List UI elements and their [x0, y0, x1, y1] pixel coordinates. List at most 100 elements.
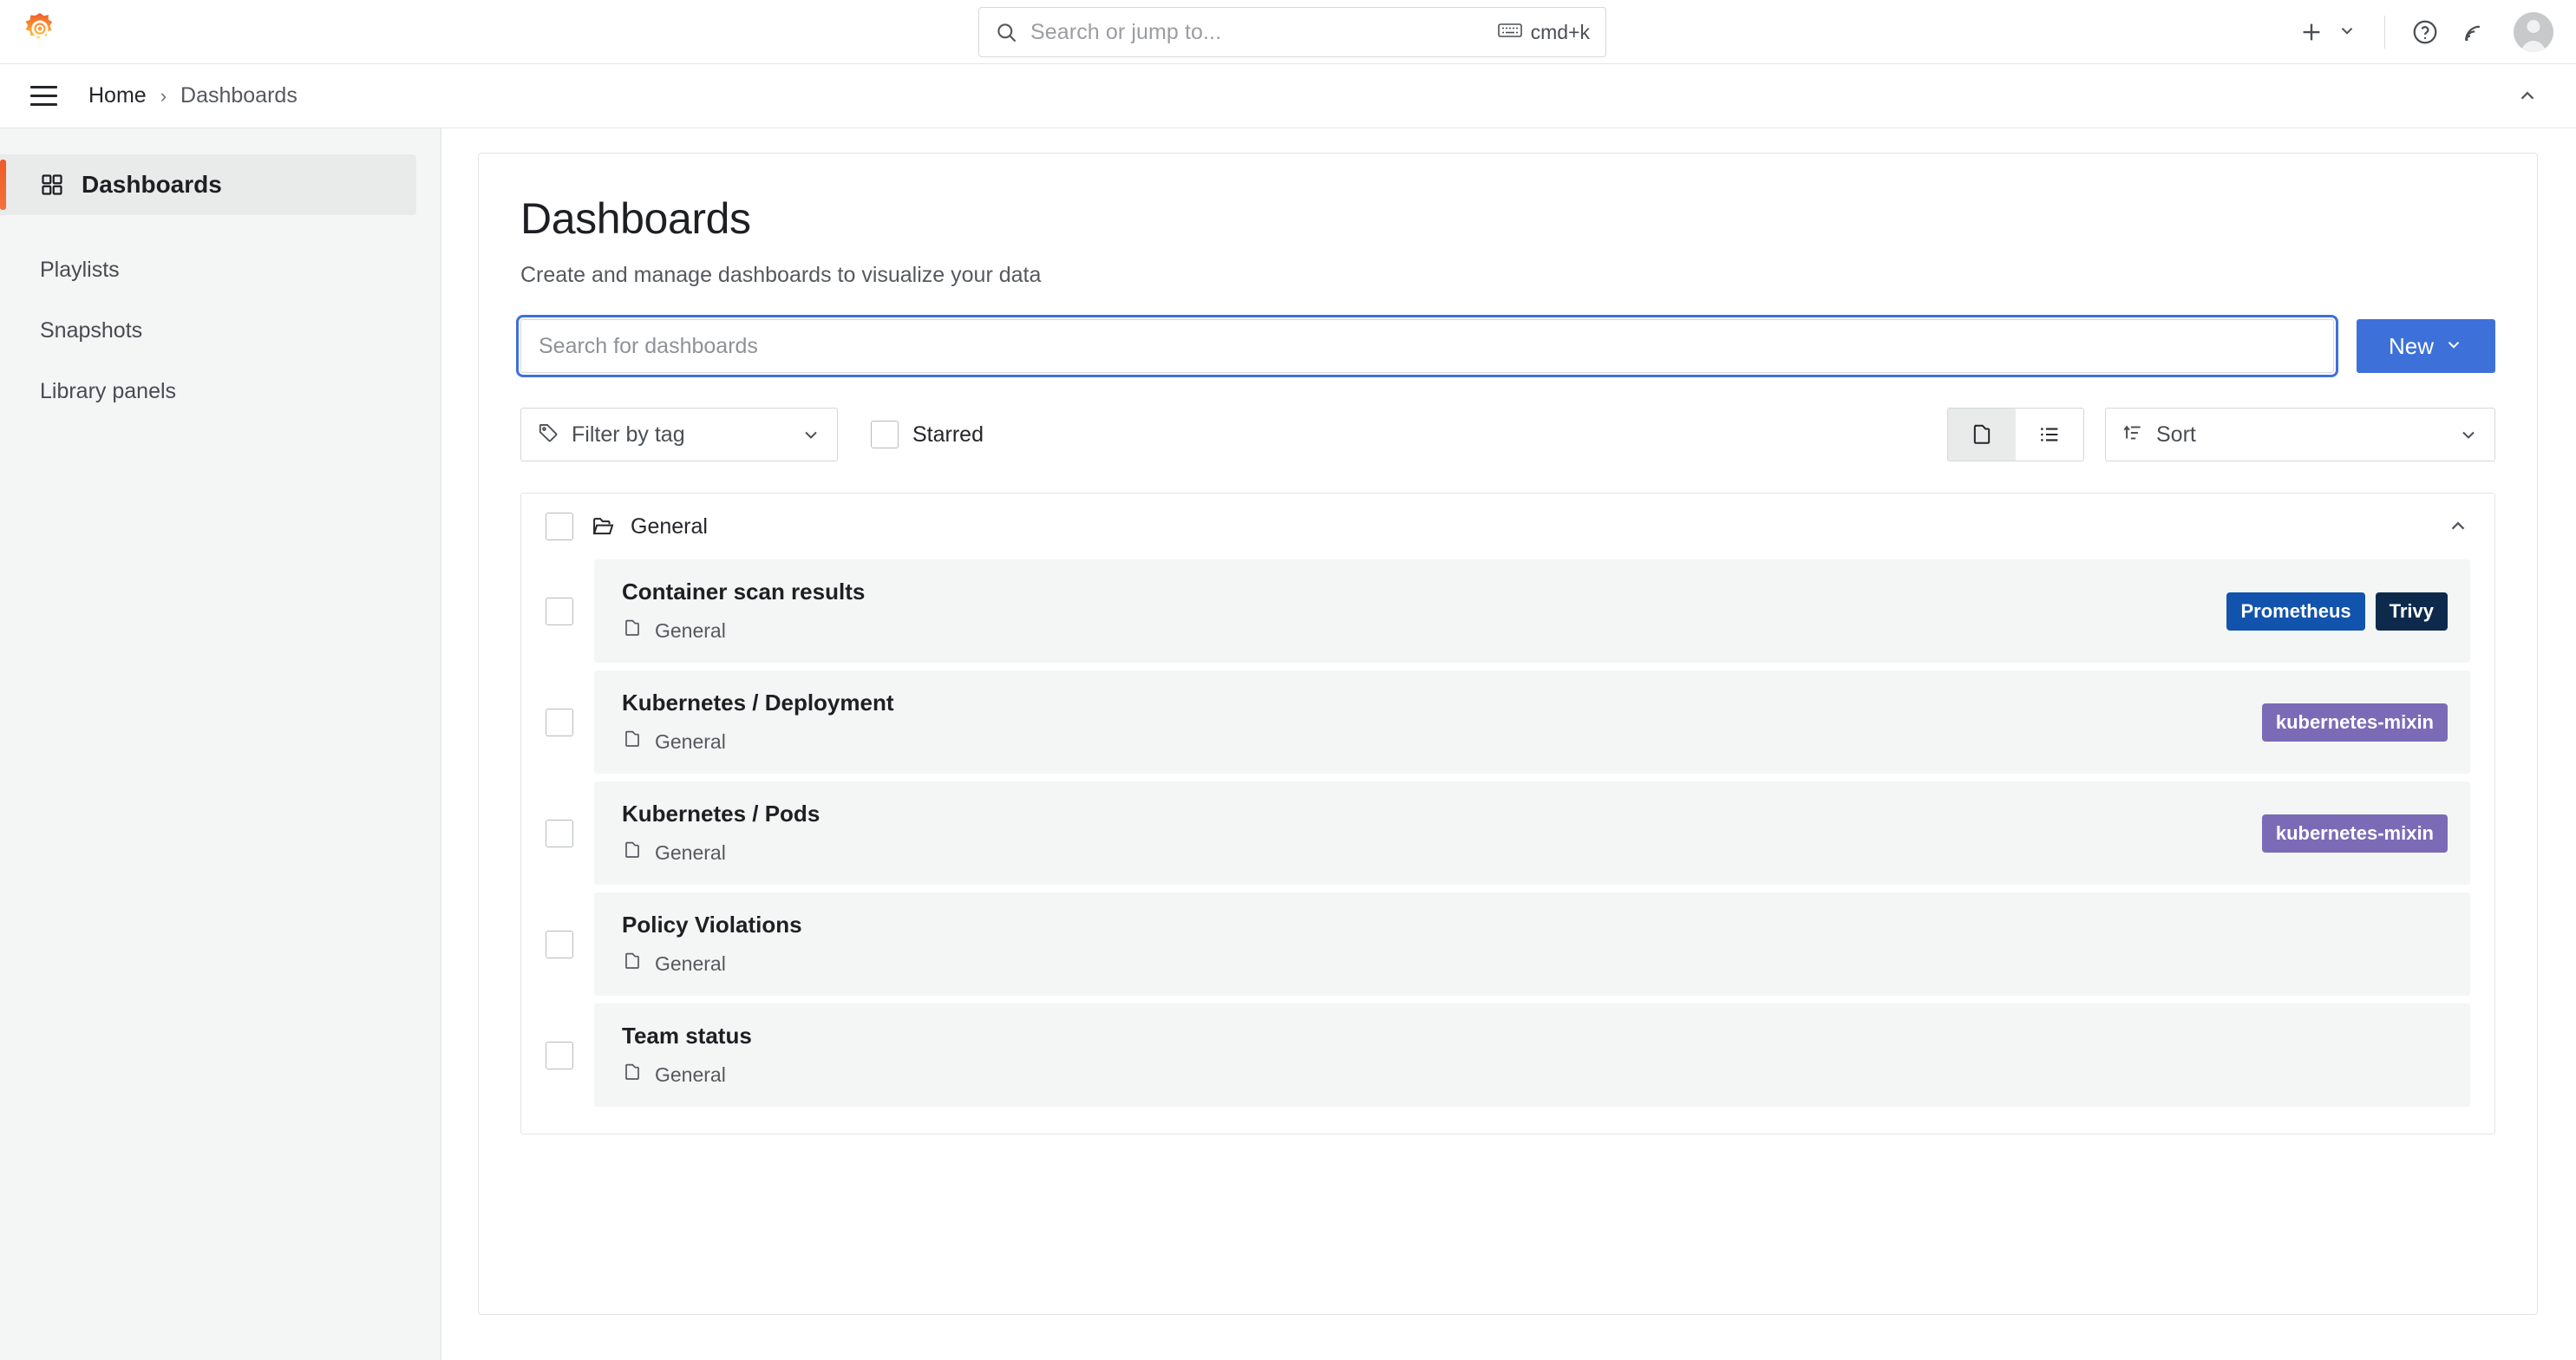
starred-filter[interactable]: Starred [871, 421, 984, 448]
view-mode-toggle[interactable] [1947, 408, 2084, 461]
list-view-icon[interactable] [2016, 409, 2083, 461]
dashboard-title[interactable]: Kubernetes / Deployment [622, 690, 894, 716]
hamburger-menu-icon[interactable] [21, 74, 66, 119]
sort-select[interactable]: Sort [2105, 408, 2495, 461]
table-row[interactable]: Kubernetes / Deployment General [521, 670, 2494, 774]
dashboard-list: General Container scan results [520, 493, 2495, 1134]
dashboard-item[interactable]: Policy Violations General [594, 892, 2470, 996]
dashboard-title[interactable]: Policy Violations [622, 912, 802, 938]
folder-icon [622, 729, 643, 755]
tag-kubernetes-mixin[interactable]: kubernetes-mixin [2262, 814, 2448, 853]
sidebar-item-label: Dashboards [82, 171, 222, 199]
table-row[interactable]: Team status General [521, 1004, 2494, 1107]
chevron-down-icon [2444, 333, 2463, 360]
table-row[interactable]: Container scan results General [521, 559, 2494, 663]
dashboard-tags: kubernetes-mixin [2262, 814, 2448, 853]
user-avatar[interactable] [2514, 12, 2553, 52]
dashboard-location: General [622, 840, 820, 866]
row-checkbox[interactable] [546, 931, 573, 958]
dashboard-location-label: General [655, 619, 726, 643]
search-shortcut: cmd+k [1498, 21, 1590, 44]
tag-filter-label: Filter by tag [572, 422, 685, 448]
dashboard-item[interactable]: Kubernetes / Pods General [594, 781, 2470, 885]
starred-checkbox[interactable] [871, 421, 899, 448]
row-checkbox[interactable] [546, 598, 573, 625]
help-icon[interactable] [2401, 8, 2449, 56]
main-content: Dashboards Create and manage dashboards … [441, 128, 2576, 1360]
sidebar-item-playlists[interactable]: Playlists [0, 239, 441, 300]
global-search-placeholder: Search or jump to... [1030, 20, 1221, 45]
dashboard-title[interactable]: Kubernetes / Pods [622, 801, 820, 827]
search-input-placeholder: Search for dashboards [539, 334, 758, 359]
breadcrumb-item-home[interactable]: Home [88, 83, 147, 108]
row-checkbox[interactable] [546, 820, 573, 847]
sort-label: Sort [2156, 422, 2196, 448]
tag-filter-select[interactable]: Filter by tag [520, 408, 838, 461]
folder-icon [622, 840, 643, 866]
sidebar-item-label: Snapshots [40, 318, 142, 343]
dashboard-title[interactable]: Team status [622, 1023, 752, 1049]
folder-checkbox[interactable] [546, 513, 573, 540]
dashboard-item[interactable]: Team status General [594, 1004, 2470, 1107]
tag-prometheus[interactable]: Prometheus [2226, 592, 2364, 631]
page-subtitle: Create and manage dashboards to visualiz… [520, 263, 2495, 288]
dashboard-info: Policy Violations General [622, 912, 802, 977]
folder-collapse-icon[interactable] [2441, 509, 2475, 544]
folder-view-icon[interactable] [1948, 409, 2016, 461]
dashboard-tags: kubernetes-mixin [2262, 703, 2448, 742]
dashboards-panel: Dashboards Create and manage dashboards … [478, 153, 2538, 1315]
search-input[interactable]: Search for dashboards [520, 319, 2334, 373]
sidebar-item-label: Library panels [40, 379, 176, 404]
breadcrumb-item-dashboards[interactable]: Dashboards [180, 83, 297, 108]
page-title: Dashboards [520, 193, 2495, 244]
page-body: Dashboards Playlists Snapshots Library p… [0, 128, 2576, 1360]
dashboard-info: Team status General [622, 1023, 752, 1088]
filter-toolbar: Filter by tag Starred [520, 408, 2495, 461]
dashboard-tags: Prometheus Trivy [2226, 592, 2448, 631]
dashboard-title[interactable]: Container scan results [622, 579, 865, 605]
dashboard-location: General [622, 729, 894, 755]
table-row[interactable]: Policy Violations General [521, 892, 2494, 996]
apps-grid-icon [40, 173, 64, 197]
row-checkbox[interactable] [546, 709, 573, 736]
dashboard-info: Container scan results General [622, 579, 865, 644]
dashboard-item[interactable]: Container scan results General [594, 559, 2470, 663]
search-icon [995, 21, 1018, 44]
table-row[interactable]: Kubernetes / Pods General [521, 781, 2494, 885]
top-navigation-bar: Search or jump to... cmd+k [0, 0, 2576, 64]
dashboard-item[interactable]: Kubernetes / Deployment General [594, 670, 2470, 774]
chevron-down-icon[interactable] [2337, 21, 2357, 44]
view-controls: Sort [1947, 408, 2495, 461]
sort-amount-icon [2122, 422, 2144, 448]
global-search-bar[interactable]: Search or jump to... cmd+k [978, 7, 1606, 57]
search-row: Search for dashboards New [520, 319, 2495, 373]
sidebar-item-label: Playlists [40, 258, 120, 283]
create-menu-button[interactable] [2287, 8, 2357, 56]
folder-row-general[interactable]: General [521, 494, 2494, 559]
folder-icon [622, 618, 643, 644]
dashboard-location-label: General [655, 730, 726, 754]
folder-name: General [631, 514, 708, 539]
dashboard-location-label: General [655, 1063, 726, 1087]
tag-icon [537, 422, 559, 448]
dashboard-info: Kubernetes / Pods General [622, 801, 820, 866]
dashboard-location-label: General [655, 952, 726, 976]
search-shortcut-label: cmd+k [1531, 21, 1590, 44]
chevron-down-icon [2458, 424, 2479, 445]
top-bar-actions [2287, 0, 2553, 64]
sidebar-item-library-panels[interactable]: Library panels [0, 361, 441, 422]
dashboard-location-label: General [655, 841, 726, 865]
dashboard-location: General [622, 1062, 752, 1088]
sidebar-spacer [0, 215, 441, 239]
sidebar-item-snapshots[interactable]: Snapshots [0, 300, 441, 361]
new-button[interactable]: New [2357, 319, 2495, 373]
news-rss-icon[interactable] [2449, 8, 2498, 56]
plus-icon[interactable] [2287, 8, 2336, 56]
row-checkbox[interactable] [546, 1042, 573, 1069]
sidebar-item-dashboards[interactable]: Dashboards [0, 154, 416, 215]
grafana-logo-icon[interactable] [19, 10, 61, 52]
collapse-header-icon[interactable] [2510, 79, 2545, 114]
dashboard-info: Kubernetes / Deployment General [622, 690, 894, 755]
tag-kubernetes-mixin[interactable]: kubernetes-mixin [2262, 703, 2448, 742]
tag-trivy[interactable]: Trivy [2376, 592, 2448, 631]
